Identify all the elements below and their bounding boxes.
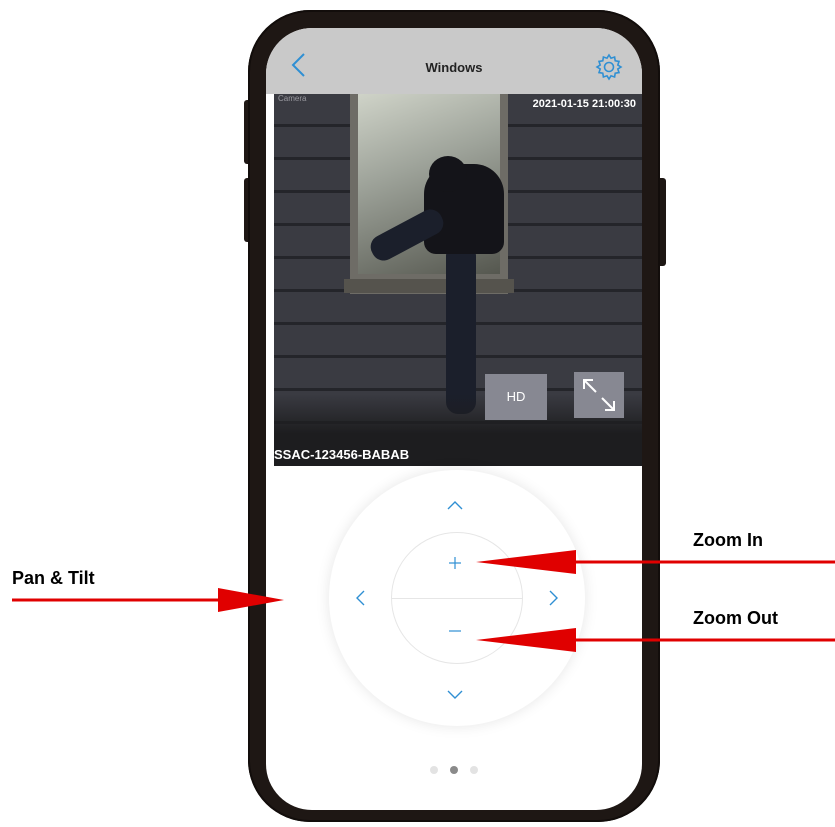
page-dot[interactable]: [430, 766, 438, 774]
intruder-leg: [446, 244, 476, 414]
pan-right-button[interactable]: [547, 588, 561, 608]
settings-button[interactable]: [594, 52, 624, 82]
minus-icon: [449, 630, 461, 632]
live-video-feed[interactable]: Camera 2021-01-15 21:00:30 HD SSAC-12345…: [274, 94, 642, 466]
zoom-out-arrow: [476, 628, 835, 652]
zoom-out-button[interactable]: [446, 622, 464, 640]
intruder-head: [429, 156, 467, 192]
zoom-in-button[interactable]: [446, 554, 464, 572]
window-sill: [344, 279, 514, 293]
video-timestamp: 2021-01-15 21:00:30: [532, 98, 636, 110]
zoom-divider: [392, 598, 522, 599]
plus-icon: [449, 557, 461, 569]
nav-bar: Windows: [266, 28, 642, 94]
page-indicator: [428, 766, 488, 776]
ptz-control-pad[interactable]: [329, 470, 585, 726]
chevron-down-icon: [447, 690, 463, 699]
camera-label: Camera: [278, 94, 307, 103]
device-id: SSAC-123456-BABAB: [274, 447, 410, 462]
page-dot-active[interactable]: [450, 766, 458, 774]
pan-left-button[interactable]: [353, 588, 367, 608]
fullscreen-button[interactable]: [574, 372, 624, 418]
expand-arrows-icon: [583, 379, 615, 411]
gear-icon: [595, 53, 623, 81]
tilt-up-button[interactable]: [445, 498, 465, 512]
chevron-left-icon: [356, 590, 365, 606]
hd-toggle-button[interactable]: HD: [485, 374, 547, 420]
chevron-right-icon: [549, 590, 558, 606]
page-dot[interactable]: [470, 766, 478, 774]
chevron-up-icon: [447, 501, 463, 510]
phone-screen: Windows Camera 2021-01-15 21:00:30 HD SS…: [266, 28, 642, 810]
page-title: Windows: [425, 60, 483, 75]
zoom-in-arrow: [476, 550, 835, 574]
tilt-down-button[interactable]: [445, 688, 465, 702]
pan-tilt-arrow: [12, 588, 284, 612]
